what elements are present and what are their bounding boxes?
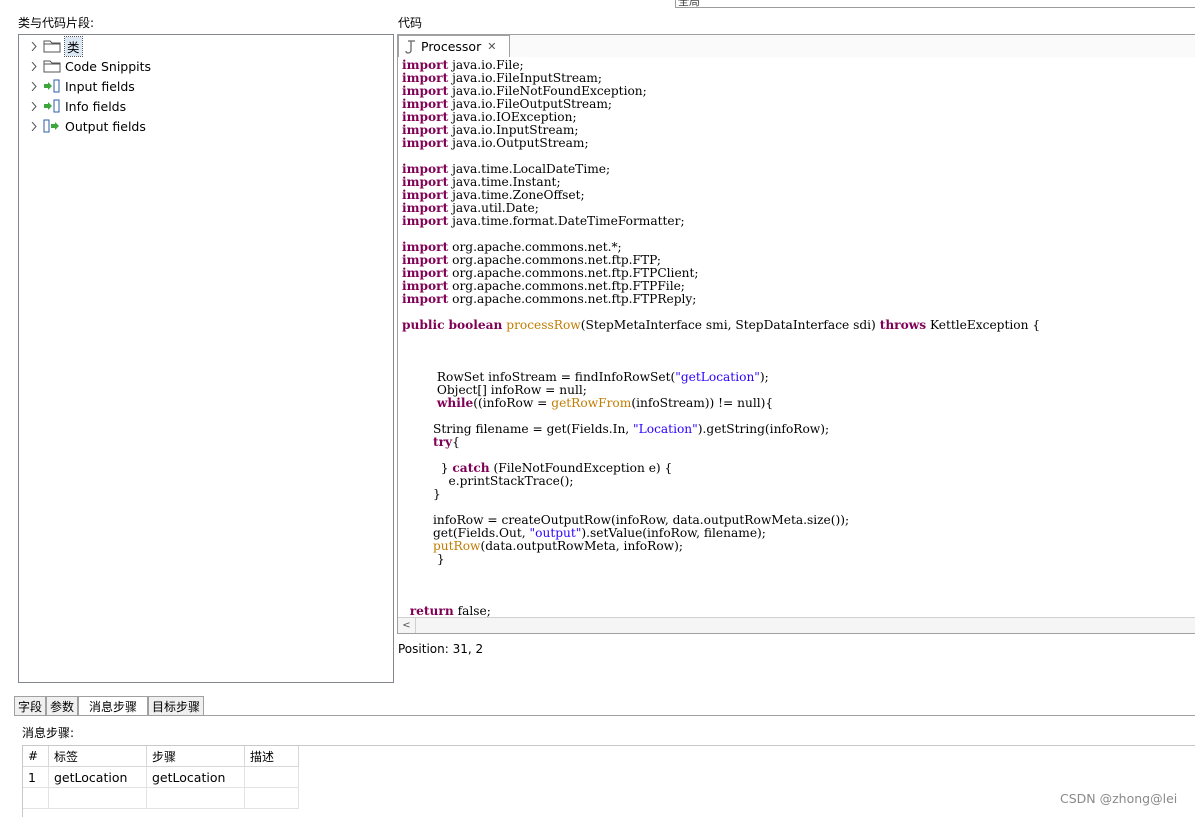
table-cell-empty[interactable] [245, 788, 299, 809]
horizontal-scrollbar[interactable]: < [398, 617, 1195, 633]
code-line[interactable]: } [402, 553, 1195, 566]
code-editor[interactable]: Processor ✕ import java.io.File; import j… [397, 34, 1195, 634]
tab-processor[interactable]: Processor ✕ [398, 35, 510, 57]
table-cell-empty[interactable] [49, 788, 147, 809]
table-cell-empty[interactable] [147, 788, 245, 809]
code-line[interactable] [402, 345, 1195, 358]
top-input-field[interactable]: 全局 [675, 0, 1195, 8]
tab-fields[interactable]: 字段 [14, 696, 46, 715]
column-header-label[interactable]: 标签 [49, 746, 147, 767]
close-icon[interactable]: ✕ [487, 40, 496, 53]
tree-item-code-snippits[interactable]: Code Snippits [29, 57, 151, 75]
code-line[interactable]: import java.time.format.DateTimeFormatte… [402, 215, 1195, 228]
code-line[interactable]: putRow(data.outputRowMeta, infoRow); [402, 540, 1195, 553]
expand-arrow-icon[interactable] [29, 41, 39, 51]
tree-item-info-fields[interactable]: Info fields [29, 97, 126, 115]
expand-arrow-icon[interactable] [29, 81, 39, 91]
code-line[interactable] [402, 592, 1195, 605]
tree-item-label: 类 [64, 35, 83, 57]
left-panel-title: 类与代码片段: [18, 16, 95, 30]
info-fields-icon [43, 99, 61, 113]
expand-arrow-icon[interactable] [29, 121, 39, 131]
table-cell-empty[interactable] [23, 788, 49, 809]
tree-item-input-fields[interactable]: Input fields [29, 77, 135, 95]
tab-label: Processor [421, 39, 482, 54]
java-file-icon [405, 39, 417, 54]
code-line[interactable] [402, 332, 1195, 345]
code-line[interactable]: e.printStackTrace(); [402, 475, 1195, 488]
tree-item-label: Info fields [65, 98, 127, 114]
tab-label: 消息步骤 [88, 700, 137, 714]
code-line[interactable]: public boolean processRow(StepMetaInterf… [402, 319, 1195, 332]
tab-divider [14, 715, 1195, 716]
cursor-position: Position: 31, 2 [398, 642, 484, 656]
column-header-step[interactable]: 步骤 [147, 746, 245, 767]
folder-icon [43, 59, 61, 73]
editor-tab-bar: Processor ✕ [398, 35, 1195, 57]
code-line[interactable]: String filename = get(Fields.In, "Locati… [402, 423, 1195, 436]
code-text[interactable]: import java.io.File; import java.io.FileI… [402, 59, 1195, 617]
output-fields-icon [43, 119, 61, 133]
expand-arrow-icon[interactable] [29, 101, 39, 111]
tree-item-label: Input fields [65, 78, 135, 94]
code-line[interactable] [402, 579, 1195, 592]
code-line[interactable]: import java.io.OutputStream; [402, 137, 1195, 150]
tab-parameters[interactable]: 参数 [46, 696, 78, 715]
expand-arrow-icon[interactable] [29, 61, 39, 71]
code-line[interactable] [402, 566, 1195, 579]
table-cell-index[interactable]: 1 [23, 767, 49, 788]
column-header-description[interactable]: 描述 [245, 746, 299, 767]
message-steps-label: 消息步骤: [22, 726, 75, 740]
tree-item-class[interactable]: 类 [29, 35, 83, 57]
code-line[interactable]: return false; [402, 605, 1195, 618]
folder-icon [43, 39, 61, 53]
code-line[interactable]: import org.apache.commons.net.ftp.FTPRep… [402, 293, 1195, 306]
tree-item-label: Output fields [65, 118, 146, 134]
tab-target-steps[interactable]: 目标步骤 [148, 696, 204, 715]
tree-item-output-fields[interactable]: Output fields [29, 117, 146, 135]
tree-item-label: Code Snippits [65, 58, 152, 74]
snippet-tree[interactable]: 类 Code Snippits Input fields Info fields… [18, 34, 394, 683]
tab-label: 参数 [49, 699, 74, 714]
tab-label: 目标步骤 [151, 699, 200, 714]
table-cell-step[interactable]: getLocation [147, 767, 245, 788]
code-line[interactable]: while((infoRow = getRowFrom(infoStream))… [402, 397, 1195, 410]
code-line[interactable]: } [402, 488, 1195, 501]
table-cell-description[interactable] [245, 767, 299, 788]
column-header-index[interactable]: # [23, 746, 49, 767]
tab-label: 字段 [17, 699, 42, 714]
message-steps-table[interactable]: # 标签 步骤 描述 1 getLocation getLocation [22, 745, 1195, 817]
code-panel-title: 代码 [398, 16, 423, 30]
code-line[interactable]: try{ [402, 436, 1195, 449]
table-cell-label[interactable]: getLocation [49, 767, 147, 788]
tab-message-steps[interactable]: 消息步骤 [78, 696, 148, 716]
scroll-left-icon[interactable]: < [398, 618, 416, 633]
watermark: CSDN @zhong@lei [1060, 791, 1178, 806]
input-fields-icon [43, 79, 61, 93]
